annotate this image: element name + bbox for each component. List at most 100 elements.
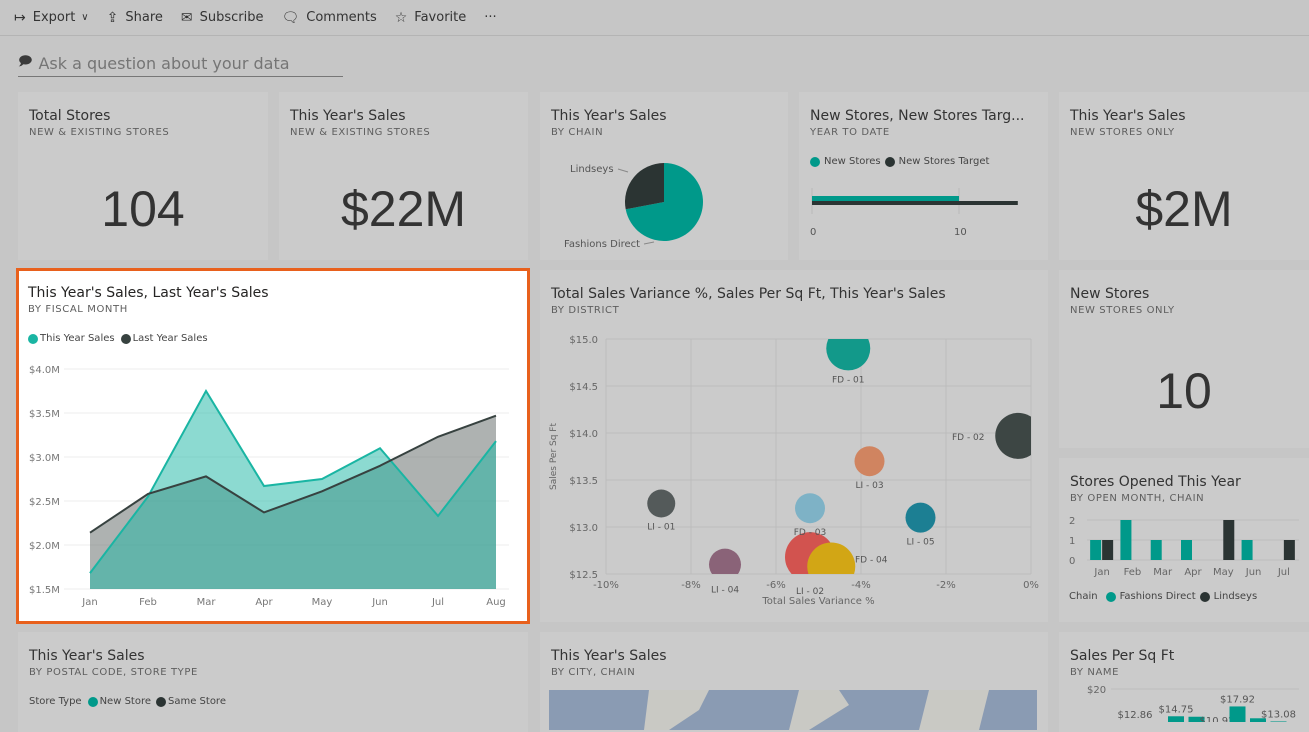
subscribe-button[interactable]: ✉ Subscribe	[181, 10, 264, 26]
tile-title: This Year's Sales	[551, 648, 667, 664]
qa-box: 🗩	[18, 50, 343, 77]
map-landmass	[919, 690, 989, 730]
share-icon: ⇪	[106, 9, 119, 26]
bubble-label: LI - 04	[711, 586, 739, 596]
x-tick-label: Apr	[255, 597, 273, 608]
kpi-value: 10	[1156, 363, 1212, 419]
comments-button[interactable]: 🗨 Comments	[281, 10, 376, 26]
x-tick-label: 0%	[1023, 580, 1039, 591]
x-tick-label: 10	[954, 227, 967, 238]
legend-dot	[87, 696, 98, 707]
legend-dot	[120, 333, 131, 344]
tile-title: This Year's Sales	[551, 108, 667, 124]
bubble	[709, 548, 741, 574]
bubble-label: FD - 03	[794, 528, 827, 538]
bubble	[854, 446, 885, 477]
tile-title: Sales Per Sq Ft	[1070, 648, 1175, 664]
y-tick-label: $3.5M	[29, 409, 60, 420]
x-tick-label: -2%	[936, 580, 955, 591]
y-tick-label: $3.0M	[29, 453, 60, 464]
chevron-down-icon: ∨	[81, 12, 89, 23]
map[interactable]	[549, 690, 1037, 730]
bubble-label: LI - 05	[906, 538, 934, 548]
share-button[interactable]: ⇪ Share	[107, 10, 163, 26]
tile-total-stores[interactable]: Total Stores NEW & EXISTING STORES 104	[18, 92, 268, 260]
y-tick-label: $14.0	[569, 429, 598, 440]
bubble	[826, 339, 871, 371]
y-tick-label: $2.5M	[29, 497, 60, 508]
data-label: $14.75	[1159, 704, 1194, 715]
y-tick-label: $4.0M	[29, 365, 60, 376]
tile-sales-by-chain[interactable]: This Year's Sales BY CHAIN Lindseys Fashi…	[540, 92, 788, 260]
bubble-label: LI - 01	[647, 523, 675, 533]
x-tick-label: -10%	[593, 580, 619, 591]
bar	[1120, 520, 1132, 560]
bubble-label: LI - 03	[855, 481, 883, 491]
comment-icon: 🗨	[281, 9, 300, 26]
y-tick-label: 1	[1069, 536, 1075, 547]
bar-new-stores	[812, 196, 959, 201]
tile-title: This Year's Sales	[29, 648, 145, 664]
tile-sales-per-sqft[interactable]: Sales Per Sq Ft BY NAME $20 $12.86 $14.75 $…	[1059, 632, 1309, 732]
column-chart: 0 1 2 Jan Feb Mar Apr May Jun Jul	[1069, 516, 1299, 578]
bar	[1241, 540, 1253, 560]
y-tick-label: 2	[1069, 516, 1075, 527]
x-tick-label: Jul	[431, 597, 444, 608]
tile-stores-opened[interactable]: Stores Opened This Year BY OPEN MONTH, C…	[1059, 458, 1309, 622]
data-label: $13.08	[1261, 709, 1296, 720]
scatter-chart: -10% -8% -6% -4% -2% 0% $12.5 $13.0 $13.5 $14.0 $1…	[549, 335, 1039, 607]
y-tick-label: $13.5	[569, 476, 598, 487]
legend: New Stores New Stores Target	[810, 156, 1037, 167]
tile-sales-variance-scatter[interactable]: Total Sales Variance %, Sales Per Sq Ft,…	[540, 270, 1048, 622]
tile-sales-by-fiscal-month[interactable]: This Year's Sales, Last Year's Sales BY …	[16, 268, 530, 624]
x-tick-label: Jul	[1277, 567, 1290, 578]
x-tick-label: Jun	[371, 597, 388, 608]
bubble-label: FD - 01	[832, 375, 865, 385]
tile-subtitle: NEW STORES ONLY	[1070, 305, 1175, 316]
bar-new-stores-target	[812, 201, 1018, 205]
tile-sales-by-city[interactable]: This Year's Sales BY CITY, CHAIN	[540, 632, 1048, 732]
pie-slice	[625, 163, 664, 210]
tile-title: Stores Opened This Year	[1070, 474, 1241, 490]
x-tick-label: 0	[810, 227, 816, 238]
y-tick-label: $20	[1087, 685, 1106, 696]
kpi-value: 104	[101, 181, 185, 237]
x-tick-label: Feb	[1124, 567, 1142, 578]
more-icon: ···	[484, 10, 497, 25]
favorite-button[interactable]: ☆ Favorite	[395, 10, 467, 26]
tile-new-stores-target[interactable]: New Stores, New Stores Targ... YEAR TO D…	[799, 92, 1048, 260]
tile-subtitle: NEW & EXISTING STORES	[29, 127, 170, 138]
y-tick-label: $13.0	[569, 523, 598, 534]
y-tick-label: $14.5	[569, 382, 598, 393]
tile-title: New Stores, New Stores Targ...	[810, 108, 1025, 124]
plot-area	[647, 339, 1031, 574]
y-tick-label: 0	[1069, 556, 1075, 567]
x-tick-label: May	[1213, 567, 1234, 578]
pie-label: Fashions Direct	[564, 239, 640, 250]
tile-subtitle: BY POSTAL CODE, STORE TYPE	[29, 667, 198, 678]
x-tick-label: Feb	[139, 597, 157, 608]
bar	[1223, 520, 1235, 560]
y-tick-label: $1.5M	[29, 585, 60, 596]
tile-sales-by-postal-code[interactable]: This Year's Sales BY POSTAL CODE, STORE …	[18, 632, 528, 732]
more-options-button[interactable]: ···	[484, 10, 496, 25]
tile-title: New Stores	[1070, 286, 1150, 302]
bubble	[905, 502, 936, 533]
speech-bubble-icon: 🗩	[18, 54, 33, 69]
pie-chart: Lindseys Fashions Direct	[564, 163, 703, 250]
export-button[interactable]: ↦ Export ∨	[14, 10, 89, 26]
x-tick-label: Jan	[1093, 567, 1109, 578]
legend-dot	[28, 333, 38, 344]
bar	[1181, 540, 1192, 560]
tile-subtitle: BY NAME	[1070, 667, 1120, 678]
tile-subtitle: YEAR TO DATE	[810, 127, 890, 138]
bubble	[807, 542, 856, 574]
qa-input[interactable]	[38, 53, 329, 73]
tile-new-stores-sales[interactable]: This Year's Sales NEW STORES ONLY $2M	[1059, 92, 1309, 260]
bar	[1168, 716, 1184, 722]
y-tick-label: $12.5	[569, 570, 598, 581]
bar	[1270, 721, 1287, 722]
legend-dot	[1199, 591, 1210, 602]
tile-new-stores[interactable]: New Stores NEW STORES ONLY 10	[1059, 270, 1309, 448]
tile-this-years-sales[interactable]: This Year's Sales NEW & EXISTING STORES …	[279, 92, 528, 260]
